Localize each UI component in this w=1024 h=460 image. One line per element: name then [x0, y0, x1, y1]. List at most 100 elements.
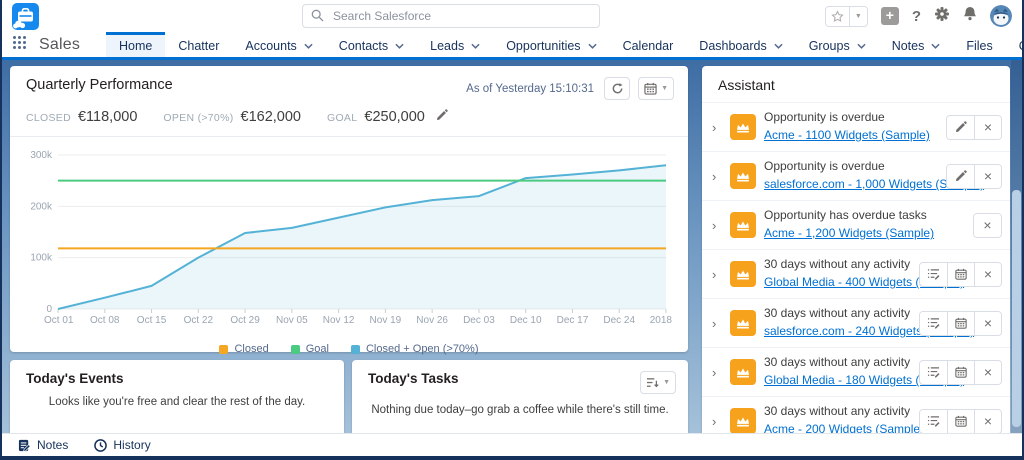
assistant-item-actions: ×: [919, 359, 1002, 385]
new-task-button[interactable]: [920, 360, 947, 384]
tasks-sort-dropdown-button[interactable]: ▼: [640, 371, 676, 394]
x-axis-tick-label: Dec 17: [557, 315, 589, 326]
global-add-button[interactable]: +: [880, 7, 899, 25]
favorite-star-icon[interactable]: [825, 6, 849, 26]
salesforce-app-logo[interactable]: [12, 3, 39, 30]
x-axis-tick-label: Dec 10: [510, 315, 542, 326]
expand-chevron-icon[interactable]: ›: [712, 365, 722, 380]
assistant-item-actions: ×: [919, 408, 1002, 434]
edit-button[interactable]: [947, 164, 974, 188]
tab-opportunities[interactable]: Opportunities: [493, 32, 609, 57]
opportunity-crown-icon: [737, 417, 749, 426]
favorites-button-group[interactable]: ▼: [824, 5, 868, 27]
app-navigation-bar: Sales Home Chatter Accounts Contacts Leads Op…: [2, 32, 1024, 60]
assistant-item-title: 30 days without any activity: [764, 306, 911, 320]
tab-files[interactable]: Files: [953, 32, 1005, 57]
tab-home[interactable]: Home: [106, 32, 166, 57]
new-event-button[interactable]: [947, 311, 974, 335]
kpi-open-70-: OPEN (>70%) €162,000: [163, 109, 301, 125]
new-event-button[interactable]: [947, 409, 974, 433]
dismiss-button[interactable]: ×: [974, 311, 1001, 335]
assistant-item: › 30 days without any activity Global Medi…: [702, 249, 1010, 298]
dismiss-button[interactable]: ×: [974, 213, 1001, 237]
kpi-value: €250,000: [364, 109, 425, 125]
search-input[interactable]: [302, 4, 600, 28]
app-name: Sales: [39, 35, 81, 53]
expand-chevron-icon[interactable]: ›: [712, 169, 722, 184]
tab-contacts[interactable]: Contacts: [326, 32, 417, 57]
favorites-dropdown[interactable]: ▼: [848, 6, 867, 26]
y-axis-tick-label: 200k: [30, 201, 53, 212]
tab-leads[interactable]: Leads: [417, 32, 493, 57]
events-card-title: Today's Events: [26, 371, 124, 386]
x-axis-tick-label: Oct 29: [230, 315, 260, 326]
assistant-item-title: 30 days without any activity: [764, 404, 911, 418]
dismiss-button[interactable]: ×: [974, 164, 1001, 188]
tasks-card-title: Today's Tasks: [368, 371, 459, 386]
chevron-down-icon: [304, 43, 313, 49]
kpi-closed: CLOSED €118,000: [26, 109, 137, 125]
refresh-button[interactable]: [604, 77, 631, 100]
legend-item: Closed: [219, 343, 269, 355]
opportunity-icon: [730, 163, 756, 189]
window-bottom-edge: [0, 456, 1024, 460]
page-scrollbar-track[interactable]: [1011, 60, 1022, 433]
dismiss-x-icon: ×: [983, 413, 993, 429]
kpi-value: €118,000: [77, 109, 138, 125]
page-scrollbar-thumb[interactable]: [1012, 190, 1021, 427]
assistant-item-title: Opportunity has overdue tasks: [764, 208, 927, 222]
chevron-down-icon: [587, 43, 597, 49]
new-event-icon: [955, 317, 967, 329]
new-task-button[interactable]: [920, 311, 947, 335]
tab-chatter[interactable]: Chatter: [165, 32, 232, 57]
x-axis-tick-label: Nov 05: [276, 315, 308, 326]
dismiss-button[interactable]: ×: [974, 262, 1001, 286]
notifications-bell-icon[interactable]: [963, 6, 977, 26]
tab-label: Accounts: [245, 39, 297, 53]
tab-calendar[interactable]: Calendar: [610, 32, 687, 57]
x-axis-tick-label: Dec 03: [463, 315, 495, 326]
history-label: History: [113, 438, 151, 452]
expand-chevron-icon[interactable]: ›: [712, 267, 722, 282]
new-event-button[interactable]: [947, 360, 974, 384]
edit-button[interactable]: [947, 115, 974, 139]
help-button[interactable]: ?: [912, 8, 921, 25]
legend-swatch: [219, 344, 229, 354]
x-axis-tick-label: Nov 26: [416, 315, 448, 326]
new-task-button[interactable]: [920, 409, 947, 433]
history-clock-icon: [94, 438, 108, 452]
notes-utility-button[interactable]: Notes: [18, 438, 68, 452]
new-task-button[interactable]: [920, 262, 947, 286]
expand-chevron-icon[interactable]: ›: [712, 316, 722, 331]
dismiss-button[interactable]: ×: [974, 360, 1001, 384]
y-axis-tick-label: 300k: [30, 150, 53, 161]
expand-chevron-icon[interactable]: ›: [712, 414, 722, 429]
assistant-list: › Opportunity is overdue Acme - 1100 Widge…: [702, 102, 1010, 439]
tab-label: Groups: [808, 39, 850, 53]
history-utility-button[interactable]: History: [94, 438, 151, 452]
tab-accounts[interactable]: Accounts: [232, 32, 325, 57]
edit-goal-button[interactable]: [436, 108, 448, 126]
chevron-down-icon: [857, 43, 866, 49]
legend-item: Goal: [290, 343, 329, 355]
assistant-item-record-link[interactable]: Acme - 1100 Widgets (Sample): [764, 128, 930, 142]
tab-dashboards[interactable]: Dashboards: [686, 32, 795, 57]
assistant-item-actions: ×: [946, 163, 1002, 189]
app-launcher-icon[interactable]: [12, 35, 27, 55]
utility-bar: Notes History: [2, 433, 1022, 456]
tab-notes[interactable]: Notes: [879, 32, 954, 57]
performance-period-dropdown-button[interactable]: ▼: [638, 77, 674, 100]
assistant-item-record-link[interactable]: Acme - 1,200 Widgets (Sample): [764, 226, 934, 240]
expand-chevron-icon[interactable]: ›: [712, 120, 722, 135]
new-task-icon: [927, 367, 940, 378]
tab-quotes[interactable]: Quotes: [1006, 32, 1024, 57]
dismiss-x-icon: ×: [983, 168, 993, 184]
user-avatar[interactable]: [990, 5, 1012, 27]
tasks-empty-message: Nothing due today–go grab a coffee while…: [371, 404, 669, 416]
expand-chevron-icon[interactable]: ›: [712, 218, 722, 233]
setup-gear-icon[interactable]: [934, 6, 950, 27]
new-event-button[interactable]: [947, 262, 974, 286]
tab-groups[interactable]: Groups: [796, 32, 879, 57]
dismiss-button[interactable]: ×: [974, 115, 1001, 139]
dismiss-button[interactable]: ×: [974, 409, 1001, 433]
